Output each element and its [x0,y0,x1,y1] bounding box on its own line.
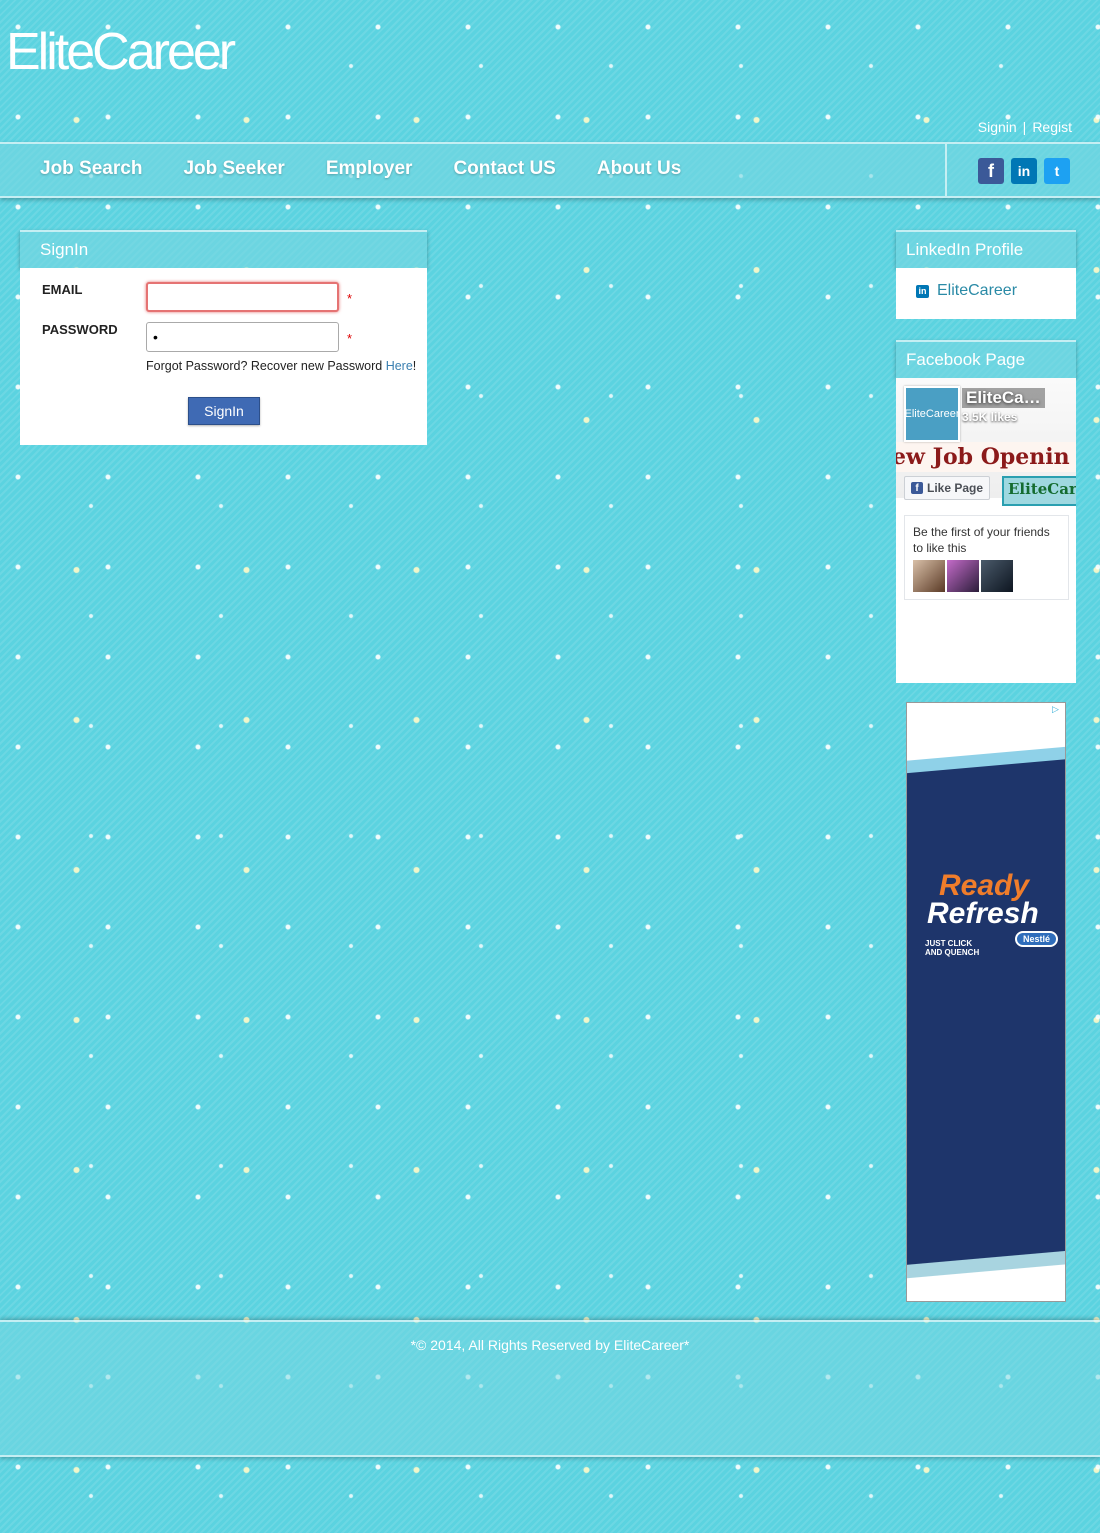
linkedin-panel: in EliteCareer [896,268,1076,319]
linkedin-panel-title: LinkedIn Profile [906,240,1024,259]
nav-item-about-us[interactable]: About Us [597,158,681,180]
adchoices-icon[interactable]: ▷ [1052,704,1064,716]
nav-divider [945,144,947,196]
password-label: PASSWORD [42,322,118,337]
ad-wave-bottom [907,1243,1065,1283]
ad-tagline-line2: AND QUENCH [925,948,980,957]
site-logo[interactable]: EliteCareer [6,22,236,82]
nav-menu: Job Search Job Seeker Employer Contact U… [40,158,722,180]
facebook-cover-brand: EliteCar [1002,476,1076,506]
linkedin-panel-header: LinkedIn Profile [896,230,1076,268]
nav-item-employer[interactable]: Employer [326,158,413,180]
signin-panel-header: SignIn [20,230,427,268]
advertisement-banner[interactable]: ▷ Ready Refresh JUST CLICK AND QUENCH Nes… [906,702,1066,1302]
friend-avatar[interactable] [947,560,979,592]
footer-copyright: *© 2014, All Rights Reserved by EliteCar… [410,1337,690,1353]
facebook-panel-header: Facebook Page [896,340,1076,378]
link-separator: | [1022,119,1027,135]
account-links: Signin | Regist [978,119,1072,135]
ad-background [907,773,1065,1253]
signin-link[interactable]: Signin [978,119,1017,135]
password-required-mark: * [347,331,353,346]
facebook-small-icon: f [911,482,923,494]
email-label: EMAIL [42,282,83,297]
nav-item-job-search[interactable]: Job Search [40,158,142,180]
ad-headline-refresh: Refresh [927,897,1039,930]
facebook-page-widget: ew Job Openin EliteCareer EliteCa… 3.5K … [896,378,1076,683]
facebook-friends-box: Be the first of your friends to like thi… [904,515,1069,600]
email-field[interactable] [146,282,339,312]
forgot-password-text: Forgot Password? Recover new Password He… [146,359,416,373]
facebook-like-page-button[interactable]: f Like Page [904,476,991,500]
like-page-label: Like Page [927,481,984,495]
facebook-page-name[interactable]: EliteCa… [962,388,1045,408]
linkedin-profile-link[interactable]: in EliteCareer [916,282,1017,300]
facebook-panel-title: Facebook Page [906,350,1026,369]
forgot-password-label: Forgot Password? Recover new Password [146,359,386,373]
twitter-icon[interactable]: t [1044,158,1070,184]
signin-panel-title: SignIn [40,240,89,259]
password-field[interactable] [146,322,339,352]
facebook-friends-text: Be the first of your friends to like thi… [913,525,1050,555]
friend-avatar[interactable] [981,560,1013,592]
facebook-page-avatar[interactable]: EliteCareer [904,386,960,442]
linkedin-small-icon: in [916,284,929,298]
ad-tagline: JUST CLICK AND QUENCH [925,939,979,957]
linkedin-icon[interactable]: in [1011,158,1037,184]
facebook-cover-banner: ew Job Openin [896,442,1076,472]
facebook-like-count: 3.5K likes [962,410,1018,424]
social-links: f in t [978,158,1077,184]
main-navbar: Job Search Job Seeker Employer Contact U… [0,142,1100,198]
forgot-suffix: ! [412,359,417,373]
ad-wave-top [907,743,1065,779]
nav-item-contact-us[interactable]: Contact US [453,158,555,180]
nav-item-job-seeker[interactable]: Job Seeker [183,158,284,180]
ad-tagline-line1: JUST CLICK [925,939,973,948]
linkedin-profile-name[interactable]: EliteCareer [937,282,1017,300]
facebook-cover[interactable]: ew Job Openin EliteCareer EliteCa… 3.5K … [896,378,1076,506]
recover-password-link[interactable]: Here [386,359,413,373]
signin-form: EMAIL * PASSWORD * Forgot Password? Reco… [20,268,427,445]
email-required-mark: * [347,291,353,306]
friend-avatar[interactable] [913,560,945,592]
register-link[interactable]: Regist [1032,119,1072,135]
site-footer: *© 2014, All Rights Reserved by EliteCar… [0,1320,1100,1457]
ad-brand-logo: Nestlé [1015,931,1059,947]
signin-button[interactable]: SignIn [188,397,260,425]
facebook-icon[interactable]: f [978,158,1004,184]
